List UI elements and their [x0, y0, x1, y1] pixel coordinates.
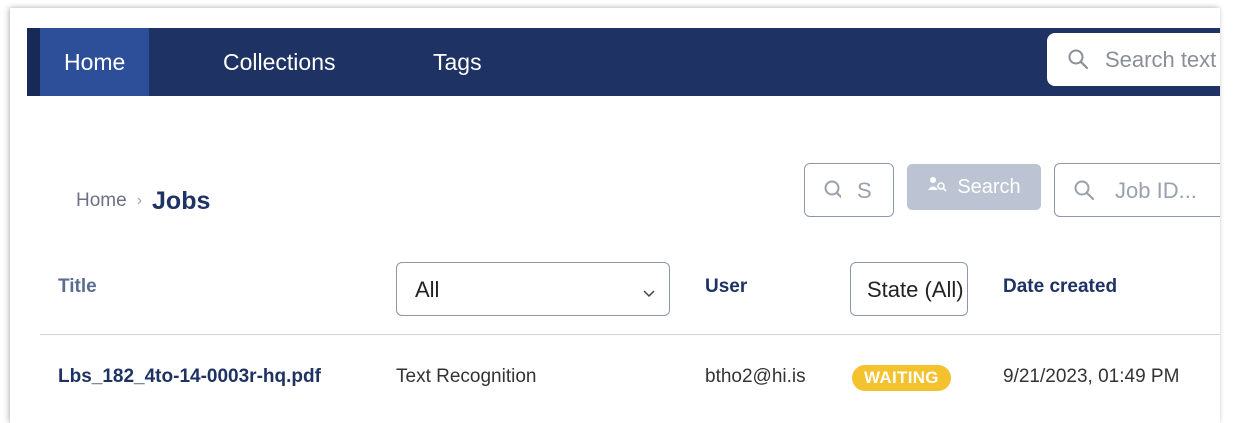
row-date: 9/21/2023, 01:49 PM: [1003, 366, 1180, 387]
search-button[interactable]: Search: [907, 164, 1041, 210]
top-navbar: Home Collections Tags: [27, 28, 1220, 96]
breadcrumb-home[interactable]: Home: [76, 190, 127, 212]
navbar-edge: [27, 28, 40, 96]
nav-tags[interactable]: Tags: [409, 28, 506, 96]
table-row[interactable]: Lbs_182_4to-14-0003r-hq.pdf Text Recogni…: [40, 348, 1220, 408]
type-select-value: All: [415, 277, 440, 302]
search-icon: [1073, 179, 1095, 206]
type-select[interactable]: All: [396, 262, 670, 316]
app-window: Home Collections Tags Home › Jobs S Sear…: [10, 8, 1220, 423]
chevron-right-icon: ›: [136, 192, 143, 209]
search-icon: [823, 179, 841, 207]
job-id-field[interactable]: [1054, 163, 1220, 217]
row-type: Text Recognition: [396, 366, 537, 387]
page-title: Jobs: [152, 186, 211, 215]
column-header-user[interactable]: User: [705, 276, 747, 298]
state-filter-value: State (All): [867, 277, 964, 302]
nav-collections[interactable]: Collections: [199, 28, 360, 96]
header-divider: [40, 334, 1220, 335]
search-icon: [1067, 48, 1089, 75]
column-header-title[interactable]: Title: [58, 276, 97, 298]
breadcrumb: Home › Jobs: [76, 183, 210, 219]
chevron-down-icon: [643, 285, 655, 303]
status-badge: WAITING: [852, 365, 951, 391]
title-search-placeholder: S: [857, 178, 872, 203]
global-search[interactable]: [1047, 33, 1220, 86]
column-header-date-created[interactable]: Date created: [1003, 276, 1117, 298]
row-user: btho2@hi.is: [705, 366, 806, 387]
row-title-link[interactable]: Lbs_182_4to-14-0003r-hq.pdf: [58, 366, 321, 388]
state-filter[interactable]: State (All): [850, 262, 968, 316]
user-search-icon: [927, 175, 947, 199]
title-search-field[interactable]: S: [804, 163, 894, 217]
nav-home[interactable]: Home: [40, 28, 150, 96]
global-search-input[interactable]: [1103, 43, 1220, 77]
search-button-label: Search: [957, 175, 1021, 198]
job-id-input[interactable]: [1113, 176, 1220, 206]
